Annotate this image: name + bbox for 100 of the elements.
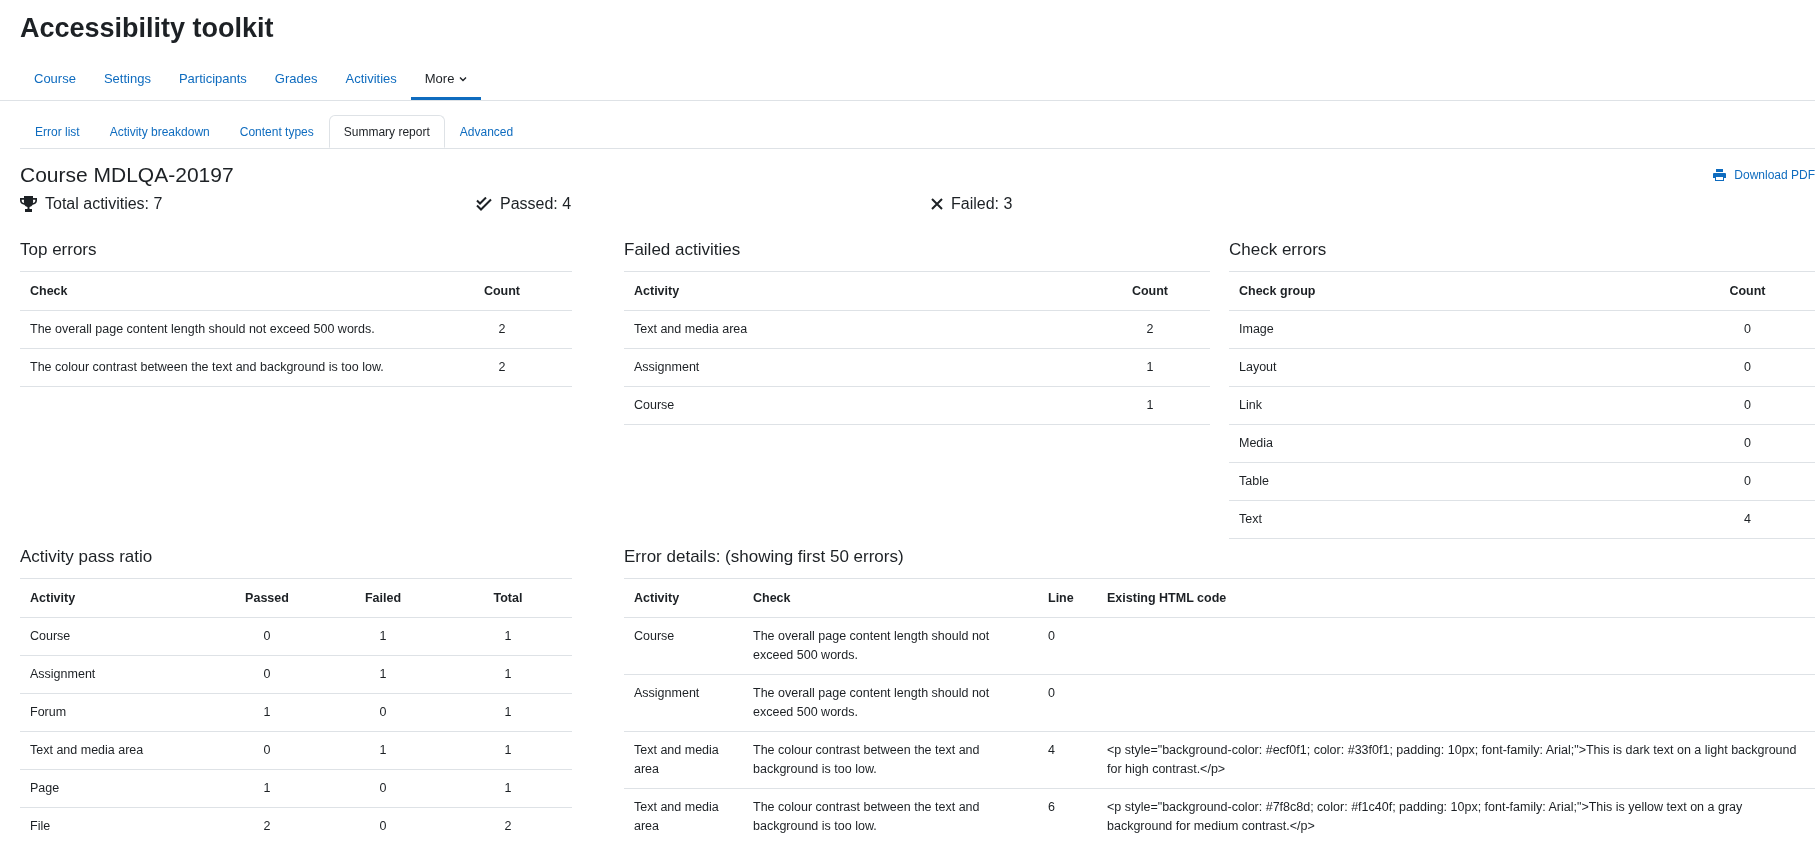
- table-cell: 0: [379, 705, 387, 719]
- table-cell: Text and media area: [634, 322, 748, 336]
- column-header: Activity: [624, 578, 743, 618]
- column-header: Check: [20, 271, 432, 311]
- column-header: Check group: [1229, 271, 1680, 311]
- table-cell: 1: [504, 667, 512, 681]
- table-cell: 2: [263, 819, 271, 833]
- nav-tab[interactable]: Course: [20, 60, 90, 100]
- table-cell: 0: [379, 781, 387, 795]
- table-cell: 0: [263, 629, 271, 643]
- column-header: Line: [1038, 578, 1097, 618]
- table-cell: Text and media area: [30, 743, 144, 757]
- table-title: Error details: (showing first 50 errors): [624, 546, 905, 568]
- table-cell: 1: [379, 743, 387, 757]
- subtab[interactable]: Summary report: [328, 115, 445, 148]
- table-cell: 0: [1744, 436, 1751, 450]
- table-title: Top errors: [20, 239, 98, 261]
- page-title: Accessibility toolkit: [20, 12, 275, 45]
- table-cell: 0: [1744, 474, 1751, 488]
- table-cell: 1: [263, 705, 271, 719]
- download-pdf-link[interactable]: Download PDF: [1713, 166, 1815, 184]
- column-header: Activity: [624, 271, 1090, 311]
- table-cell: 0: [263, 743, 271, 757]
- table-title: Check errors: [1229, 239, 1328, 261]
- table-cell: 0: [1744, 360, 1751, 374]
- table-cell: The colour contrast between the text and background is too low.: [753, 743, 980, 776]
- table-cell: 1: [1146, 398, 1154, 412]
- table-cell: <p style="background-color: #7f8c8d; color: #f1c40f; padding: 10px; font-family: Arial;">This is yellow text on a gray background for medium contrast.</p>: [1107, 800, 1743, 833]
- nav-tab[interactable]: Grades: [260, 60, 332, 100]
- column-header: Passed: [212, 578, 322, 618]
- table-cell: Forum: [30, 705, 67, 719]
- table-cell: The overall page content length should not exceed 500 words.: [753, 686, 990, 719]
- nav-tab[interactable]: Settings: [89, 60, 165, 100]
- table-cell: 1: [504, 705, 512, 719]
- table-cell: 0: [1048, 686, 1055, 700]
- table-cell: 0: [379, 819, 387, 833]
- column-header: Failed: [322, 578, 444, 618]
- trophy-icon: [20, 196, 37, 212]
- subtab[interactable]: Advanced: [444, 115, 529, 148]
- printer-icon: [1713, 169, 1727, 181]
- table-cell: Text and media area: [634, 800, 719, 833]
- nav-tab[interactable]: Participants: [164, 60, 261, 100]
- column-header: Count: [1680, 271, 1815, 311]
- table-cell: 1: [379, 629, 387, 643]
- table-cell: The overall page content length should not exceed 500 words.: [30, 322, 375, 336]
- table-cell: 0: [263, 667, 271, 681]
- table-cell: 2: [1146, 322, 1154, 336]
- column-header: Check: [743, 578, 1038, 618]
- table-cell: 0: [1744, 398, 1751, 412]
- table-cell: Course: [634, 629, 675, 643]
- subtab[interactable]: Activity breakdown: [94, 115, 225, 148]
- table-cell: Assignment: [634, 360, 700, 374]
- double-check-icon: [476, 197, 492, 211]
- table-cell: 0: [1744, 322, 1751, 336]
- table-title: Failed activities: [624, 239, 742, 261]
- table-cell: Assignment: [30, 667, 96, 681]
- subtab[interactable]: Content types: [224, 115, 329, 148]
- nav-tab[interactable]: More: [410, 60, 482, 100]
- table-cell: 1: [504, 743, 512, 757]
- summary-stat: Total activities: 7: [45, 194, 163, 214]
- nav-tab[interactable]: Activities: [331, 60, 411, 100]
- table-cell: The overall page content length should not exceed 500 words.: [753, 629, 990, 662]
- table-cell: 4: [1048, 743, 1055, 757]
- table-cell: Page: [30, 781, 60, 795]
- table-cell: The colour contrast between the text and background is too low.: [30, 360, 384, 374]
- table-cell: 6: [1048, 800, 1055, 814]
- table-cell: Link: [1239, 398, 1262, 412]
- table-cell: Course: [30, 629, 71, 643]
- table-cell: Assignment: [634, 686, 700, 700]
- table-cell: 1: [379, 667, 387, 681]
- table-cell: 2: [498, 322, 506, 336]
- summary-stat: Failed: 3: [951, 194, 1013, 214]
- table-cell: 1: [1146, 360, 1154, 374]
- table-cell: Media: [1239, 436, 1274, 450]
- column-header: Count: [1090, 271, 1210, 311]
- table-cell: 0: [1048, 629, 1055, 643]
- table-cell: Text and media area: [634, 743, 719, 776]
- column-header: Activity: [20, 578, 212, 618]
- column-header: Count: [432, 271, 572, 311]
- table-cell: Table: [1239, 474, 1269, 488]
- table-cell: Layout: [1239, 360, 1277, 374]
- course-heading: Course MDLQA-20197: [20, 162, 234, 188]
- table-cell: The colour contrast between the text and background is too low.: [753, 800, 980, 833]
- table-cell: Course: [634, 398, 675, 412]
- table-cell: 2: [504, 819, 512, 833]
- column-header: Existing HTML code: [1097, 578, 1815, 618]
- caret-icon: [459, 75, 468, 82]
- table-cell: 1: [504, 629, 512, 643]
- table-cell: 4: [1744, 512, 1751, 526]
- table-cell: Image: [1239, 322, 1274, 336]
- column-header: Total: [444, 578, 572, 618]
- summary-stat: Passed: 4: [500, 194, 572, 214]
- table-cell: 2: [498, 360, 506, 374]
- subtab[interactable]: Error list: [20, 115, 95, 148]
- x-icon: [931, 198, 943, 210]
- table-cell: <p style="background-color: #ecf0f1; color: #33f0f1; padding: 10px; font-family: Arial;">This is dark text on a light background for high contrast.</p>: [1107, 743, 1797, 776]
- table-cell: 1: [504, 781, 512, 795]
- table-cell: 1: [263, 781, 271, 795]
- table-cell: Text: [1239, 512, 1262, 526]
- table-title: Activity pass ratio: [20, 546, 154, 568]
